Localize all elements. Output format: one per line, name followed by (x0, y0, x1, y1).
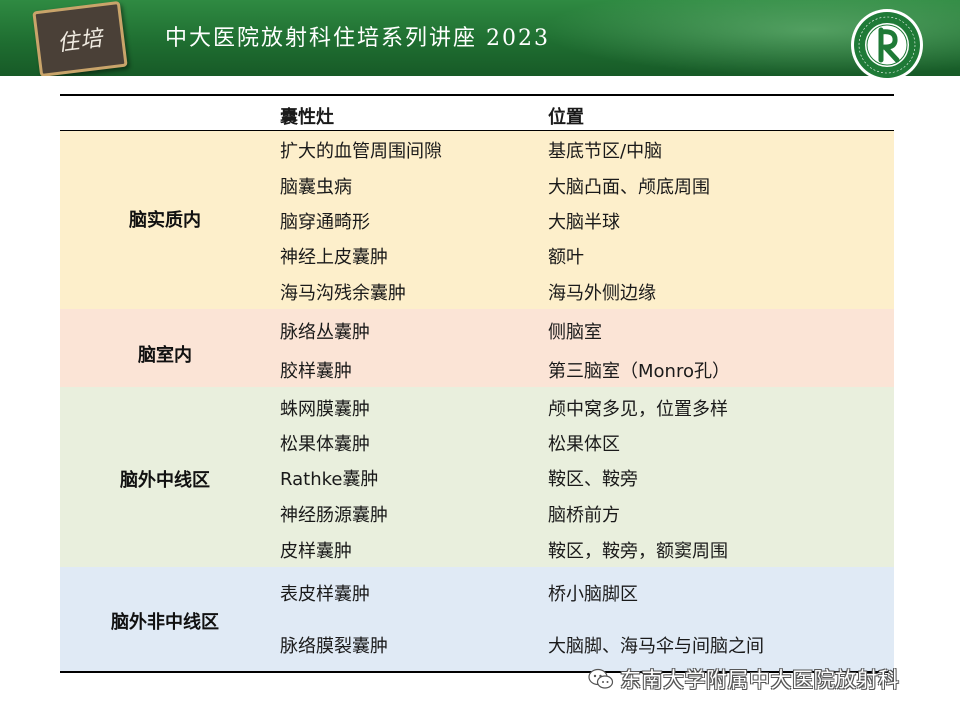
table-cell-lesion: Rathke囊肿 (280, 469, 379, 490)
watermark-text: 东南大学附属中大医院放射科 (620, 668, 900, 692)
table-cell-lesion: 松果体囊肿 (280, 434, 370, 455)
table-cell-lesion: 表皮样囊肿 (280, 584, 370, 605)
table-cell-location: 额叶 (548, 247, 584, 268)
table-cell-location: 松果体区 (548, 434, 620, 455)
table-header-row: 囊性灶 位置 (60, 96, 894, 130)
table-cell-lesion: 胶样囊肿 (280, 361, 352, 382)
wechat-watermark: 东南大学附属中大医院放射科 (588, 664, 900, 694)
table-cell-lesion: 扩大的血管周围间隙 (280, 141, 442, 162)
header-location: 位置 (548, 107, 584, 128)
cyst-lesion-table: 囊性灶 位置 脑实质内 扩大的血管周围间隙 基底节区/中脑 脑囊虫病 大脑凸面、… (60, 94, 894, 673)
group-extra-axial-off-midline: 脑外非中线区 表皮样囊肿 桥小脑脚区 脉络膜裂囊肿 大脑脚、海马伞与间脑之间 (60, 567, 894, 671)
table-cell-location: 基底节区/中脑 (548, 141, 663, 162)
header-banner: 住培 中大医院放射科住培系列讲座 2023 (0, 0, 960, 76)
group-extra-axial-midline: 脑外中线区 蛛网膜囊肿 颅中窝多见，位置多样 松果体囊肿 松果体区 Rathke… (60, 387, 894, 567)
table-cell-location: 第三脑室（Monro孔） (548, 361, 730, 382)
table-cell-location: 海马外侧边缘 (548, 283, 656, 304)
header-lesion: 囊性灶 (280, 107, 334, 128)
table-cell-location: 大脑凸面、颅底周围 (548, 177, 710, 198)
table-cell-lesion: 海马沟残余囊肿 (280, 283, 406, 304)
table-cell-location: 大脑半球 (548, 212, 620, 233)
table-cell-location: 大脑脚、海马伞与间脑之间 (548, 636, 764, 657)
group-label: 脑实质内 (129, 210, 201, 231)
table-cell-location: 侧脑室 (548, 322, 602, 343)
table-cell-location: 鞍区，鞍旁，额窦周围 (548, 541, 728, 562)
group-intraventricular: 脑室内 脉络丛囊肿 侧脑室 胶样囊肿 第三脑室（Monro孔） (60, 309, 894, 387)
table-cell-location: 颅中窝多见，位置多样 (548, 399, 728, 420)
table-cell-lesion: 神经肠源囊肿 (280, 505, 388, 526)
table-cell-lesion: 皮样囊肿 (280, 541, 352, 562)
group-label: 脑外非中线区 (111, 612, 219, 633)
table-cell-location: 桥小脑脚区 (548, 584, 638, 605)
table-cell-location: 脑桥前方 (548, 505, 620, 526)
group-label: 脑室内 (138, 345, 192, 366)
group-intraparenchymal: 脑实质内 扩大的血管周围间隙 基底节区/中脑 脑囊虫病 大脑凸面、颅底周围 脑穿… (60, 131, 894, 309)
hospital-seal-icon (851, 9, 923, 81)
wechat-icon (588, 668, 614, 689)
group-label: 脑外中线区 (120, 470, 210, 491)
table-cell-lesion: 脉络丛囊肿 (280, 322, 370, 343)
table-cell-lesion: 神经上皮囊肿 (280, 247, 388, 268)
table-cell-lesion: 脑囊虫病 (280, 177, 352, 198)
table-cell-location: 鞍区、鞍旁 (548, 469, 638, 490)
residency-badge: 住培 (32, 0, 128, 76)
page-title: 中大医院放射科住培系列讲座 2023 (165, 26, 550, 51)
table-cell-lesion: 脉络膜裂囊肿 (280, 636, 388, 657)
table-cell-lesion: 蛛网膜囊肿 (280, 399, 370, 420)
badge-text: 住培 (55, 26, 105, 57)
table-cell-lesion: 脑穿通畸形 (280, 212, 370, 233)
